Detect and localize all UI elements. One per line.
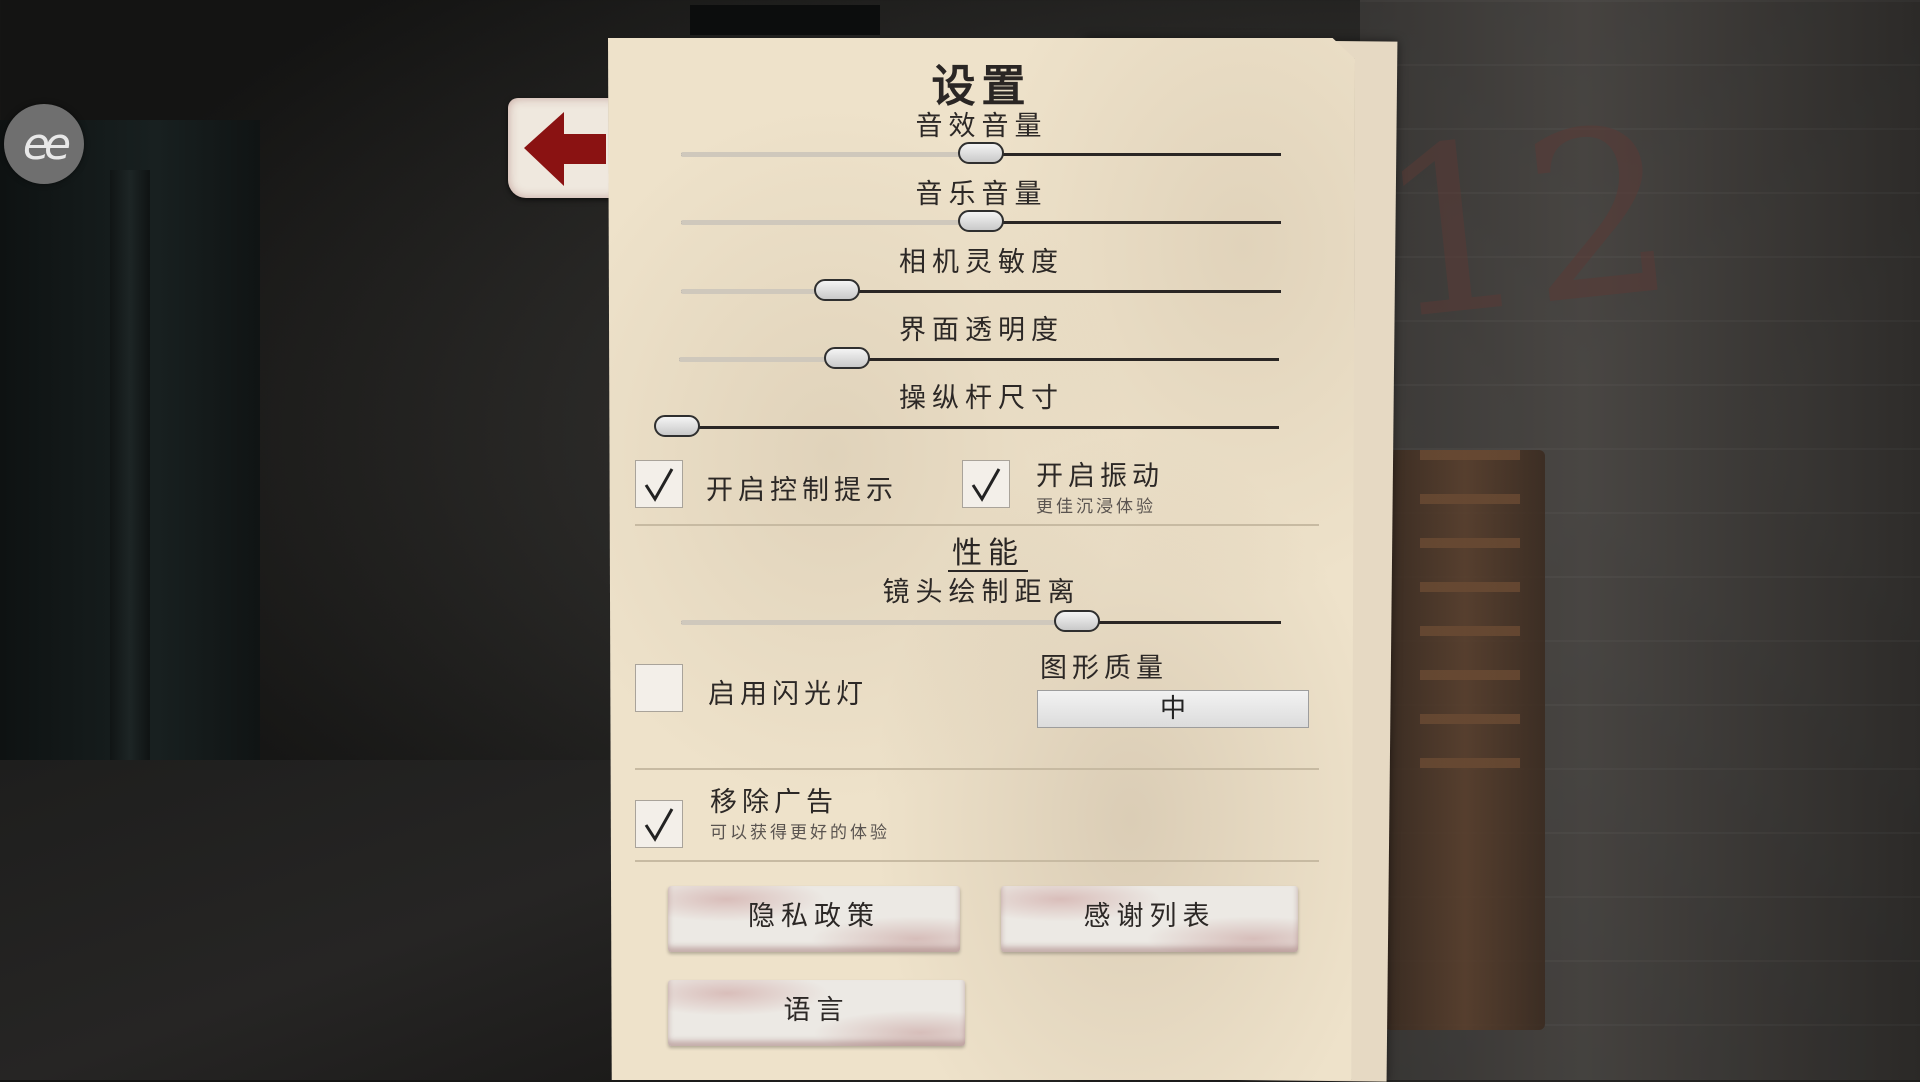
background-door-top [690,5,880,35]
camera-sensitivity-label: 相机灵敏度 [899,247,1064,278]
divider [635,524,1319,526]
sfx-volume-thumb[interactable] [958,142,1004,164]
music-volume-fill [681,220,981,225]
draw-distance-fill [681,620,1077,625]
sfx-volume-fill [681,152,981,157]
ui-opacity-slider[interactable] [679,347,1279,369]
divider [635,768,1319,770]
music-volume-label: 音乐音量 [915,179,1048,210]
music-volume-slider[interactable] [681,210,1281,232]
graphics-quality-select[interactable]: 中 [1037,690,1309,728]
background-chair-slats [1420,450,1520,780]
remove-ads-label: 移除广告 [710,787,838,818]
language-button[interactable]: 语言 [668,980,965,1046]
music-volume-thumb[interactable] [958,210,1004,232]
back-button[interactable] [508,98,618,198]
remove-ads-sublabel: 可以获得更好的体验 [710,823,890,843]
ui-opacity-fill [679,357,847,362]
sfx-volume-label: 音效音量 [915,111,1048,142]
performance-section-title: 性能 [952,536,1024,571]
settings-panel: 设置 音效音量 音乐音量 相机灵敏度 界面透明度 操纵杆尺寸 开启控制提示 开启… [608,38,1355,1080]
back-arrow-icon [524,112,606,186]
camera-sensitivity-slider[interactable] [681,279,1281,301]
checkmark-icon [644,808,674,842]
joystick-size-thumb[interactable] [654,415,700,437]
vibration-checkbox[interactable] [962,460,1010,508]
privacy-policy-button[interactable]: 隐私政策 [668,886,960,952]
ui-opacity-label: 界面透明度 [899,315,1064,346]
joystick-size-label: 操纵杆尺寸 [899,383,1064,414]
ui-opacity-thumb[interactable] [824,347,870,369]
sfx-volume-slider[interactable] [681,142,1281,164]
draw-distance-thumb[interactable] [1054,610,1100,632]
draw-distance-slider[interactable] [681,610,1281,632]
draw-distance-label: 镜头绘制距离 [882,577,1081,608]
vibration-sublabel: 更佳沉浸体验 [1036,497,1156,517]
remove-ads-checkbox[interactable] [635,800,683,848]
flashlight-label: 启用闪光灯 [708,679,868,710]
credits-button[interactable]: 感谢列表 [1001,886,1298,952]
flashlight-checkbox[interactable] [635,664,683,712]
control-hints-checkbox[interactable] [635,460,683,508]
background-floor [0,760,620,1080]
graphics-quality-label: 图形质量 [1040,653,1168,684]
checkmark-icon [644,468,674,502]
camera-sensitivity-thumb[interactable] [814,279,860,301]
game-logo: ee [4,104,84,184]
background-wall-scrawl: 12 [1366,76,1686,373]
control-hints-label: 开启控制提示 [706,475,898,506]
joystick-size-slider[interactable] [654,415,1279,437]
divider [635,860,1319,862]
vibration-label: 开启振动 [1036,461,1164,492]
checkmark-icon [971,468,1001,502]
